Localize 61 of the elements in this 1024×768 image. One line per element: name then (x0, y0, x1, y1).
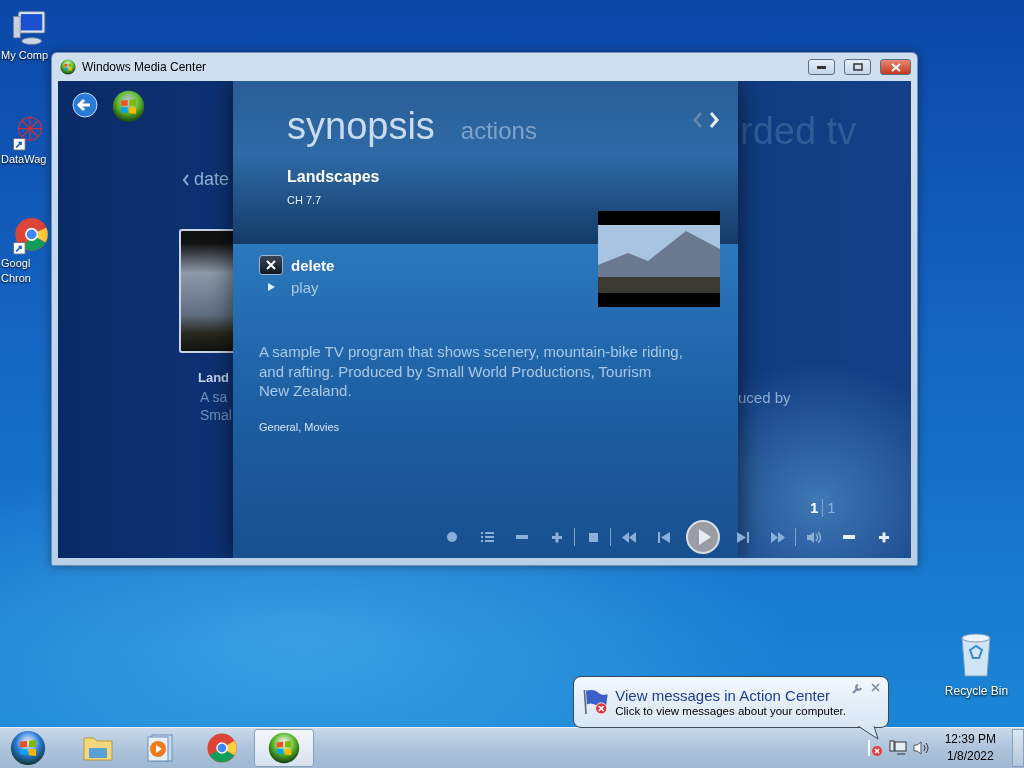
volume-button[interactable] (912, 740, 931, 756)
item-description: A sa (200, 389, 229, 406)
speaker-icon (805, 529, 822, 545)
item-description: Smal (200, 406, 232, 424)
genre-list: General, Movies (259, 420, 738, 433)
close-icon (890, 62, 901, 72)
rewind-icon (620, 529, 637, 545)
recording-thumbnail[interactable] (179, 229, 233, 353)
action-center-button[interactable] (866, 739, 883, 757)
wrench-icon[interactable] (852, 683, 863, 694)
clock-time: 12:39 PM (944, 731, 996, 748)
start-orb-icon (10, 730, 46, 766)
skip-forward-icon (734, 529, 751, 545)
desktop-icon-label: Recycle Bin (944, 684, 1009, 699)
window-title: Windows Media Center (82, 60, 208, 74)
list-icon (478, 529, 495, 545)
desktop-icon-label: Chron (1, 271, 31, 286)
network-button[interactable] (888, 740, 907, 756)
program-title: Landscapes (287, 168, 381, 186)
chevron-left-icon[interactable] (182, 173, 190, 186)
media-player-icon (146, 733, 174, 763)
description-text: uced by (738, 389, 791, 406)
action-item[interactable]: delete (291, 256, 335, 274)
volume-down-icon (842, 535, 855, 539)
fast-forward-icon (769, 529, 786, 545)
clock-date: 1/8/2022 (946, 748, 994, 765)
balloon-pointer (858, 726, 880, 740)
minimize-icon (817, 65, 826, 69)
notification-balloon[interactable]: View messages in Action Center Click to view messages about your computer. (573, 676, 889, 728)
close-button[interactable] (880, 59, 911, 75)
panel-tab[interactable]: synopsis (287, 105, 435, 148)
nav-label[interactable]: date (194, 169, 230, 191)
app-icon (60, 59, 76, 75)
close-icon[interactable] (871, 683, 880, 692)
browser-icon (206, 732, 238, 764)
chevron-right-icon[interactable] (708, 111, 720, 129)
maximize-icon (852, 63, 863, 71)
action-item[interactable]: play (291, 278, 319, 296)
computer-icon[interactable] (12, 8, 48, 48)
program-description: A sample TV program that shows scenery, mountain-bike riding, and rafting. Produced by Small World Productions, Tourism New Zealand. (259, 342, 684, 401)
taskbar-button[interactable] (254, 729, 314, 767)
skip-back-icon (655, 529, 672, 545)
page-total: 1 (827, 499, 836, 517)
minimize-button[interactable] (808, 59, 835, 75)
clock[interactable]: 12:39 PM 1/8/2022 (944, 731, 996, 765)
channel-label: CH 7.7 (287, 194, 323, 206)
desktop-icon-label: My Comp (1, 48, 49, 63)
start-orb-icon[interactable] (112, 90, 145, 123)
notification-title: View messages in Action Center (615, 687, 832, 704)
notification-message: Click to view messages about your computer. (615, 705, 846, 717)
folder-icon (82, 734, 114, 762)
close-icon (266, 260, 276, 270)
media-center-icon (268, 732, 300, 764)
item-title: Land (198, 370, 230, 385)
play-icon (267, 283, 275, 291)
browser-icon[interactable] (12, 216, 48, 256)
desktop-icon-label: DataWag (1, 152, 47, 167)
minus-icon (515, 535, 528, 539)
page-number: 1 (810, 499, 819, 517)
desktop-icon-label: Googl (1, 256, 31, 271)
maximize-button[interactable] (844, 59, 871, 75)
